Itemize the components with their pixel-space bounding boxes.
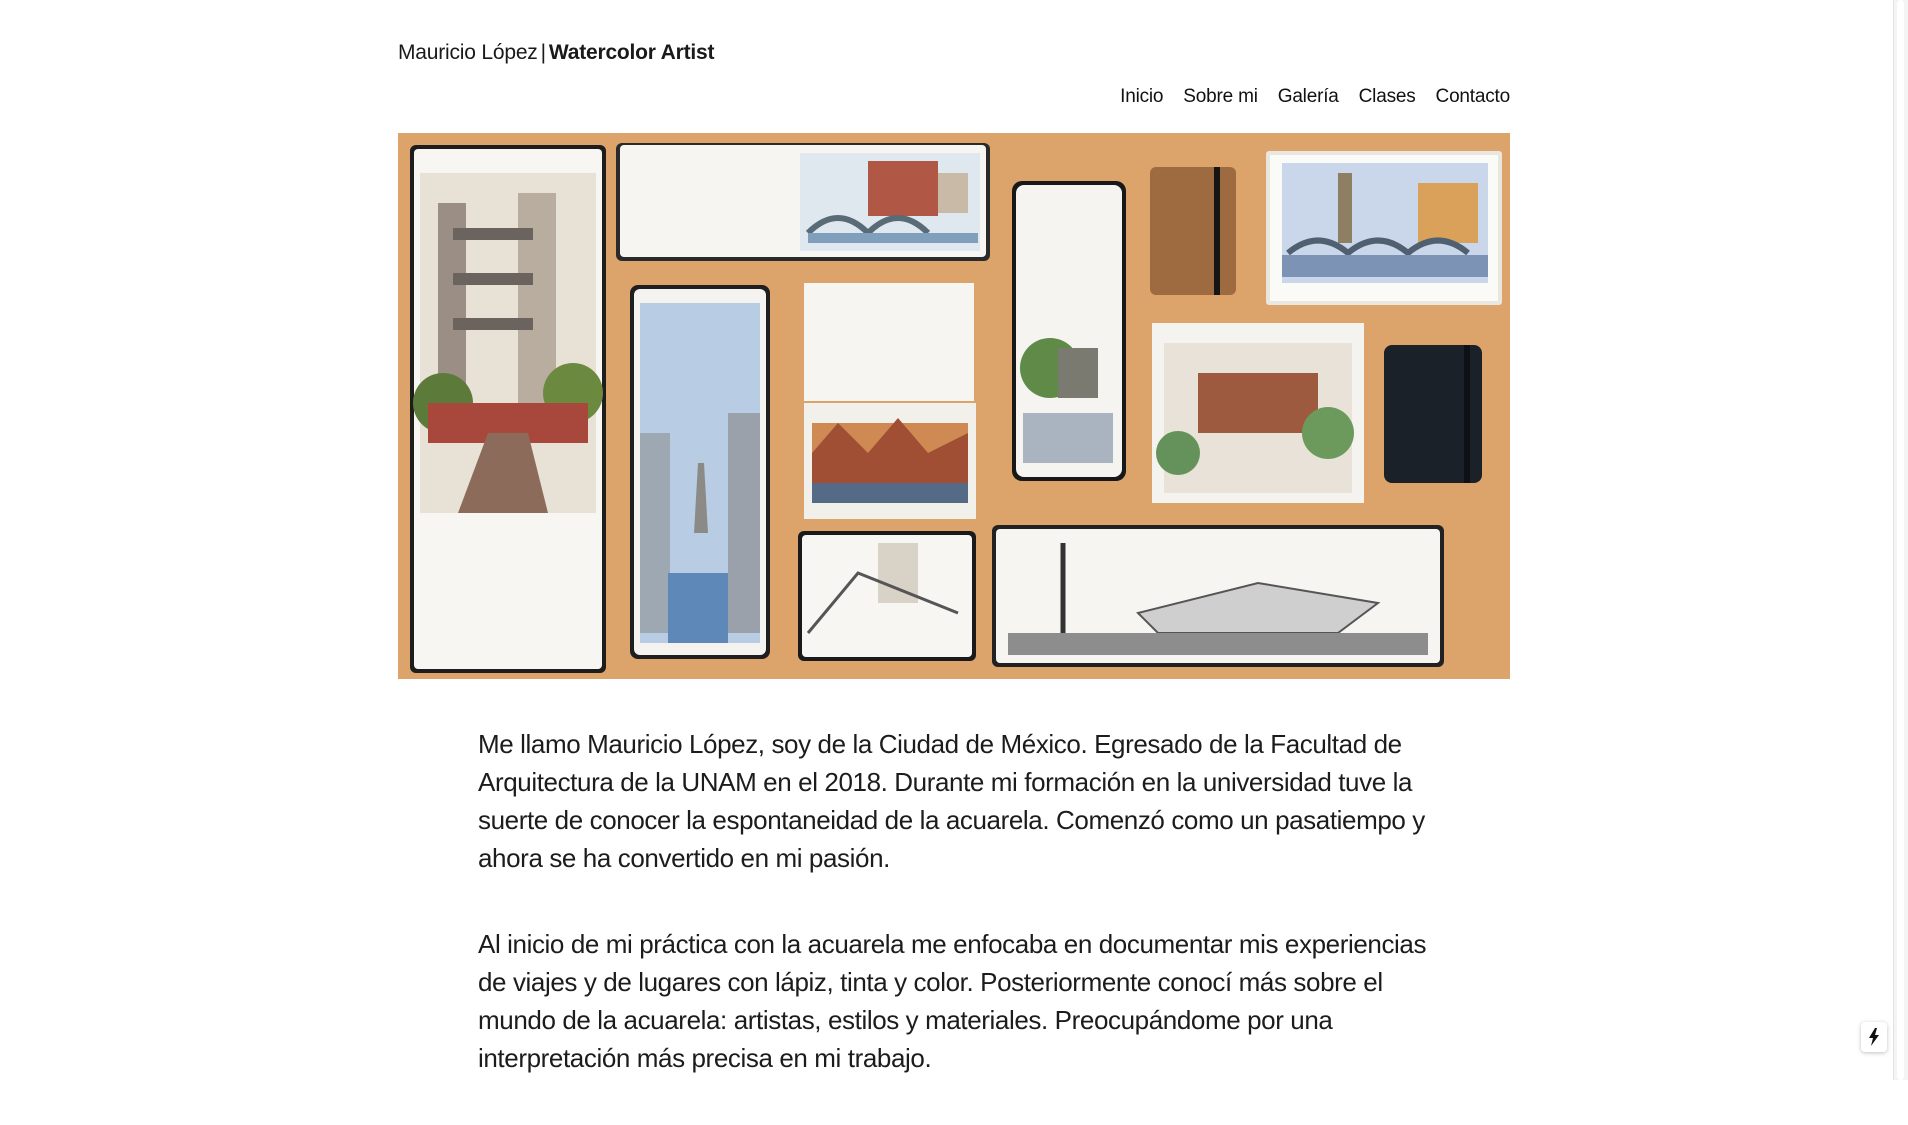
lightning-bolt-icon — [1869, 1028, 1879, 1046]
page-scrollbar[interactable] — [1893, 0, 1908, 1080]
about-paragraph-1: Me llamo Mauricio López, soy de la Ciuda… — [478, 729, 1425, 873]
nav-item-contacto[interactable]: Contacto — [1436, 85, 1511, 109]
sketchbook-bottom-small — [798, 531, 976, 661]
brand-separator: | — [540, 41, 546, 64]
spiral-sketchbook-top-right — [1266, 151, 1502, 305]
artist-name: Mauricio López — [398, 41, 538, 64]
sketchbooks-illustration — [398, 133, 1510, 679]
nav-item-sobre-mi[interactable]: Sobre mi — [1183, 85, 1258, 109]
main-nav: Inicio Sobre mi Galería Clases Contacto — [1120, 85, 1510, 109]
sketchbook-top-landscape — [616, 143, 990, 261]
about-content: Me llamo Mauricio López, soy de la Ciuda… — [478, 725, 1428, 1125]
site-brand[interactable]: Mauricio López | Watercolor Artist — [398, 40, 1510, 66]
site-header: Mauricio López | Watercolor Artist Inicio … — [398, 40, 1510, 107]
sketchbook-avenue — [630, 285, 770, 659]
sketchbook-tall-left — [410, 145, 606, 673]
artist-role: Watercolor Artist — [548, 41, 715, 64]
spiral-sketchbook-building — [1152, 323, 1364, 503]
scrollbar-thumb[interactable] — [1897, 0, 1904, 1080]
about-paragraph-2: Al inicio de mi práctica con la acuarela… — [478, 929, 1427, 1073]
hero-image — [398, 133, 1510, 679]
black-notebook — [1384, 345, 1482, 483]
nav-item-clases[interactable]: Clases — [1359, 85, 1416, 109]
floating-action-button[interactable] — [1861, 1022, 1887, 1052]
nav-item-inicio[interactable]: Inicio — [1120, 85, 1163, 109]
brown-notebook — [1150, 167, 1236, 295]
nav-item-galeria[interactable]: Galería — [1278, 85, 1339, 109]
sketchbook-stacked — [804, 283, 976, 519]
sketchbook-center-vertical — [1012, 181, 1126, 481]
sketchbook-bottom-wide — [992, 525, 1444, 667]
